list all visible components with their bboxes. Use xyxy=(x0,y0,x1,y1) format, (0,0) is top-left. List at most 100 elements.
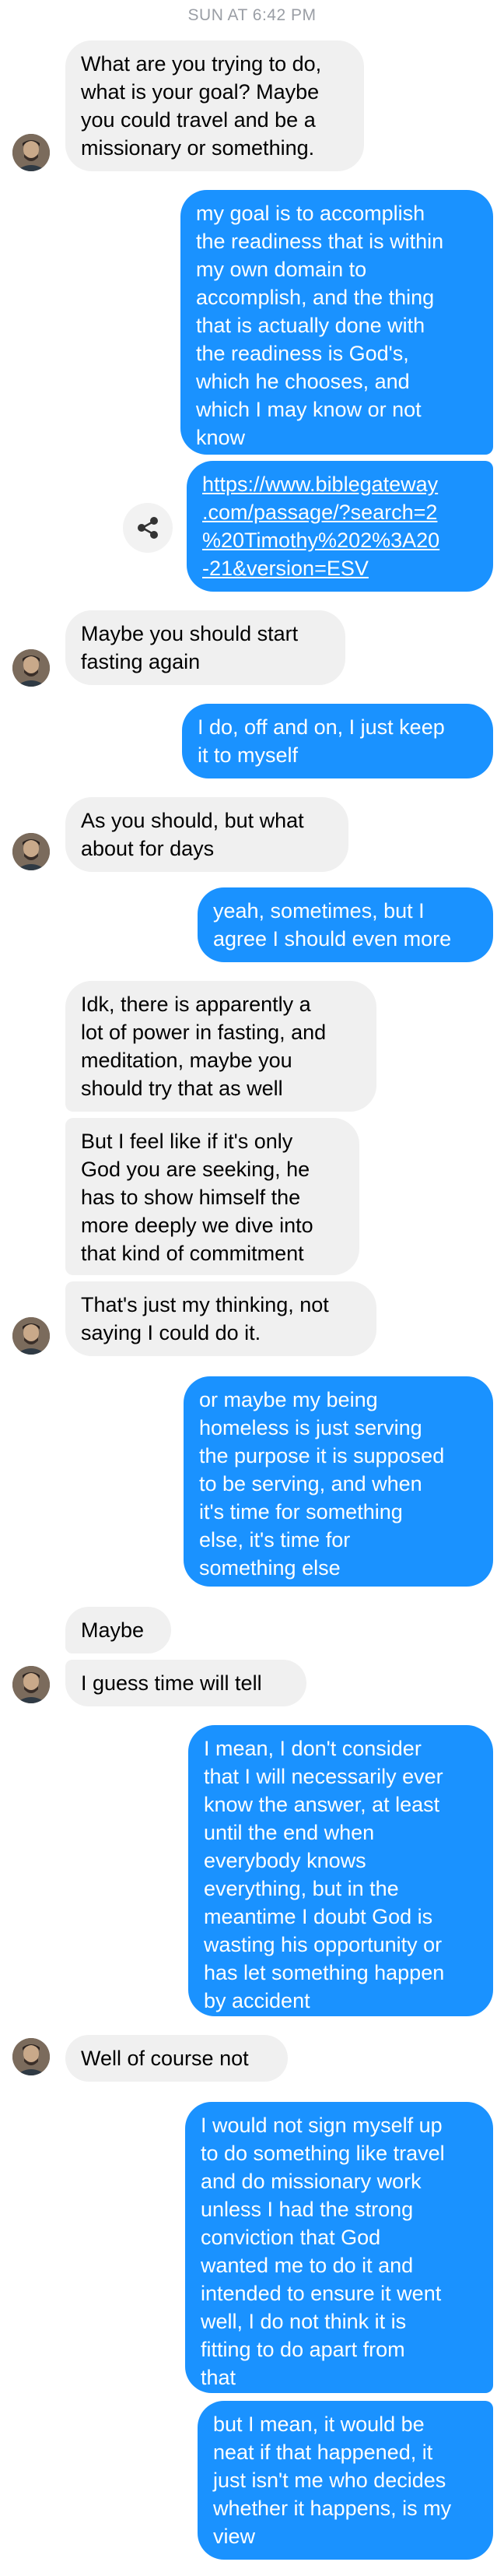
message-outgoing[interactable]: my goal is to accomplish the readiness t… xyxy=(180,190,493,455)
message-line: else, it's time for xyxy=(199,1528,351,1552)
message-line: view xyxy=(213,2525,256,2548)
message-line: But I feel like if it's only xyxy=(81,1130,293,1153)
message-line: conviction that God xyxy=(201,2226,381,2249)
message-incoming[interactable]: What are you trying to do, what is your … xyxy=(65,40,364,171)
contact-avatar-image xyxy=(12,134,50,171)
message-line: to do something like travel xyxy=(201,2142,445,2165)
message-line: that kind of commitment xyxy=(81,1242,304,1265)
timestamp: SUN AT 6:42 PM xyxy=(187,6,317,24)
message-incoming[interactable]: That's just my thinking, not saying I co… xyxy=(65,1281,376,1356)
message-outgoing[interactable]: I would not sign myself up to do somethi… xyxy=(185,2102,493,2393)
message-line: everything, but in the xyxy=(204,1877,399,1900)
message-line: meditation, maybe you xyxy=(81,1049,292,1072)
message-line: https://www.biblegateway xyxy=(202,473,439,496)
message-line: intended to ensure it went xyxy=(201,2282,442,2305)
message-incoming[interactable]: Maybe xyxy=(65,1607,171,1653)
message-line: the purpose it is supposed xyxy=(199,1444,445,1467)
contact-avatar[interactable] xyxy=(12,833,50,870)
message-line: that is actually done with xyxy=(196,314,425,337)
message-line: that I will necessarily ever xyxy=(204,1765,443,1788)
message-line: accomplish, and the thing xyxy=(196,286,435,309)
message-line: wanted me to do it and xyxy=(201,2254,414,2277)
message-line: well, I do not think it is xyxy=(201,2310,407,2333)
contact-avatar-image xyxy=(12,649,50,687)
message-line: agree I should even more xyxy=(213,927,452,951)
message-outgoing[interactable]: I mean, I don't consider that I will nec… xyxy=(188,1725,493,2016)
message-line: what is your goal? Maybe xyxy=(81,80,320,104)
message-line: %20Timothy%202%3A20 xyxy=(202,529,440,552)
message-line: which I may know or not xyxy=(196,398,422,421)
message-line: .com/passage/?search=2 xyxy=(202,501,438,524)
message-line: by accident xyxy=(204,1989,310,2012)
message-line: it's time for something xyxy=(199,1500,403,1523)
message-line: yeah, sometimes, but I xyxy=(213,899,425,923)
message-line: Maybe xyxy=(81,1618,145,1642)
message-outgoing[interactable]: I do, off and on, I just keep it to myse… xyxy=(182,704,493,778)
contact-avatar-image xyxy=(12,833,50,870)
message-line: lot of power in fasting, and xyxy=(81,1021,327,1044)
message-line: to be serving, and when xyxy=(199,1472,422,1495)
message-line: God you are seeking, he xyxy=(81,1158,310,1181)
message-line: about for days xyxy=(81,837,215,860)
message-line: you could travel and be a xyxy=(81,108,316,132)
message-line: my own domain to xyxy=(196,258,367,281)
message-line: I would not sign myself up xyxy=(201,2114,443,2137)
contact-avatar[interactable] xyxy=(12,1666,50,1703)
message-line: whether it happens, is my xyxy=(213,2497,452,2520)
message-line: What are you trying to do, xyxy=(81,52,322,76)
message-line: that xyxy=(201,2366,236,2389)
message-outgoing[interactable]: or maybe my being homeless is just servi… xyxy=(184,1376,493,1587)
contact-avatar-image xyxy=(12,2038,50,2075)
contact-avatar[interactable] xyxy=(12,2038,50,2075)
message-line: fitting to do apart from xyxy=(201,2338,405,2361)
message-line: saying I could do it. xyxy=(81,1321,261,1344)
message-line: Idk, there is apparently a xyxy=(81,993,311,1016)
message-line: but I mean, it would be xyxy=(213,2413,425,2436)
message-line: missionary or something. xyxy=(81,136,315,160)
message-line: something else xyxy=(199,1556,341,1580)
message-line: everybody knows xyxy=(204,1849,366,1872)
message-line: fasting again xyxy=(81,650,201,673)
contact-avatar-image xyxy=(12,1666,50,1703)
message-incoming[interactable]: But I feel like if it's only God you are… xyxy=(65,1118,359,1275)
message-incoming[interactable]: As you should, but what about for days xyxy=(65,797,348,872)
contact-avatar[interactable] xyxy=(12,1317,50,1355)
message-incoming[interactable]: I guess time will tell xyxy=(65,1660,306,1706)
contact-avatar[interactable] xyxy=(12,134,50,171)
message-line: neat if that happened, it xyxy=(213,2441,433,2464)
message-line: has let something happen xyxy=(204,1961,445,1984)
message-line: the readiness is God's, xyxy=(196,342,409,365)
message-line: I do, off and on, I just keep xyxy=(198,715,445,739)
message-line: know xyxy=(196,426,246,449)
message-incoming[interactable]: Well of course not xyxy=(65,2035,288,2082)
message-incoming[interactable]: Idk, there is apparently a lot of power … xyxy=(65,981,376,1112)
message-line: should try that as well xyxy=(81,1077,283,1100)
message-line: has to show himself the xyxy=(81,1186,301,1209)
message-outgoing[interactable]: yeah, sometimes, but I agree I should ev… xyxy=(198,887,493,962)
message-line: and do missionary work xyxy=(201,2170,422,2193)
message-line: That's just my thinking, not xyxy=(81,1293,329,1316)
message-line: homeless is just serving xyxy=(199,1416,422,1439)
message-line: my goal is to accomplish xyxy=(196,202,425,225)
message-line: just isn't me who decides xyxy=(213,2469,446,2492)
message-incoming[interactable]: Maybe you should start fasting again xyxy=(65,610,345,685)
contact-avatar[interactable] xyxy=(12,649,50,687)
message-line: -21&version=ESV xyxy=(202,557,369,580)
message-line: the readiness that is within xyxy=(196,230,444,253)
message-line: more deeply we dive into xyxy=(81,1214,313,1237)
message-line: unless I had the strong xyxy=(201,2198,414,2221)
message-line: I mean, I don't consider xyxy=(204,1737,422,1760)
message-line: or maybe my being xyxy=(199,1388,378,1411)
message-line: until the end when xyxy=(204,1821,375,1844)
message-line: it to myself xyxy=(198,743,299,767)
message-line: Well of course not xyxy=(81,2047,249,2070)
message-line: which he chooses, and xyxy=(196,370,410,393)
message-line: meantime I doubt God is xyxy=(204,1905,433,1928)
message-line: I guess time will tell xyxy=(81,1671,262,1695)
share-button[interactable] xyxy=(123,503,173,553)
message-link[interactable]: https://www.biblegateway .com/passage/?s… xyxy=(187,461,493,592)
message-line: know the answer, at least xyxy=(204,1793,440,1816)
message-outgoing[interactable]: but I mean, it would be neat if that hap… xyxy=(198,2401,493,2560)
contact-avatar-image xyxy=(12,1317,50,1355)
share-icon xyxy=(138,517,158,539)
